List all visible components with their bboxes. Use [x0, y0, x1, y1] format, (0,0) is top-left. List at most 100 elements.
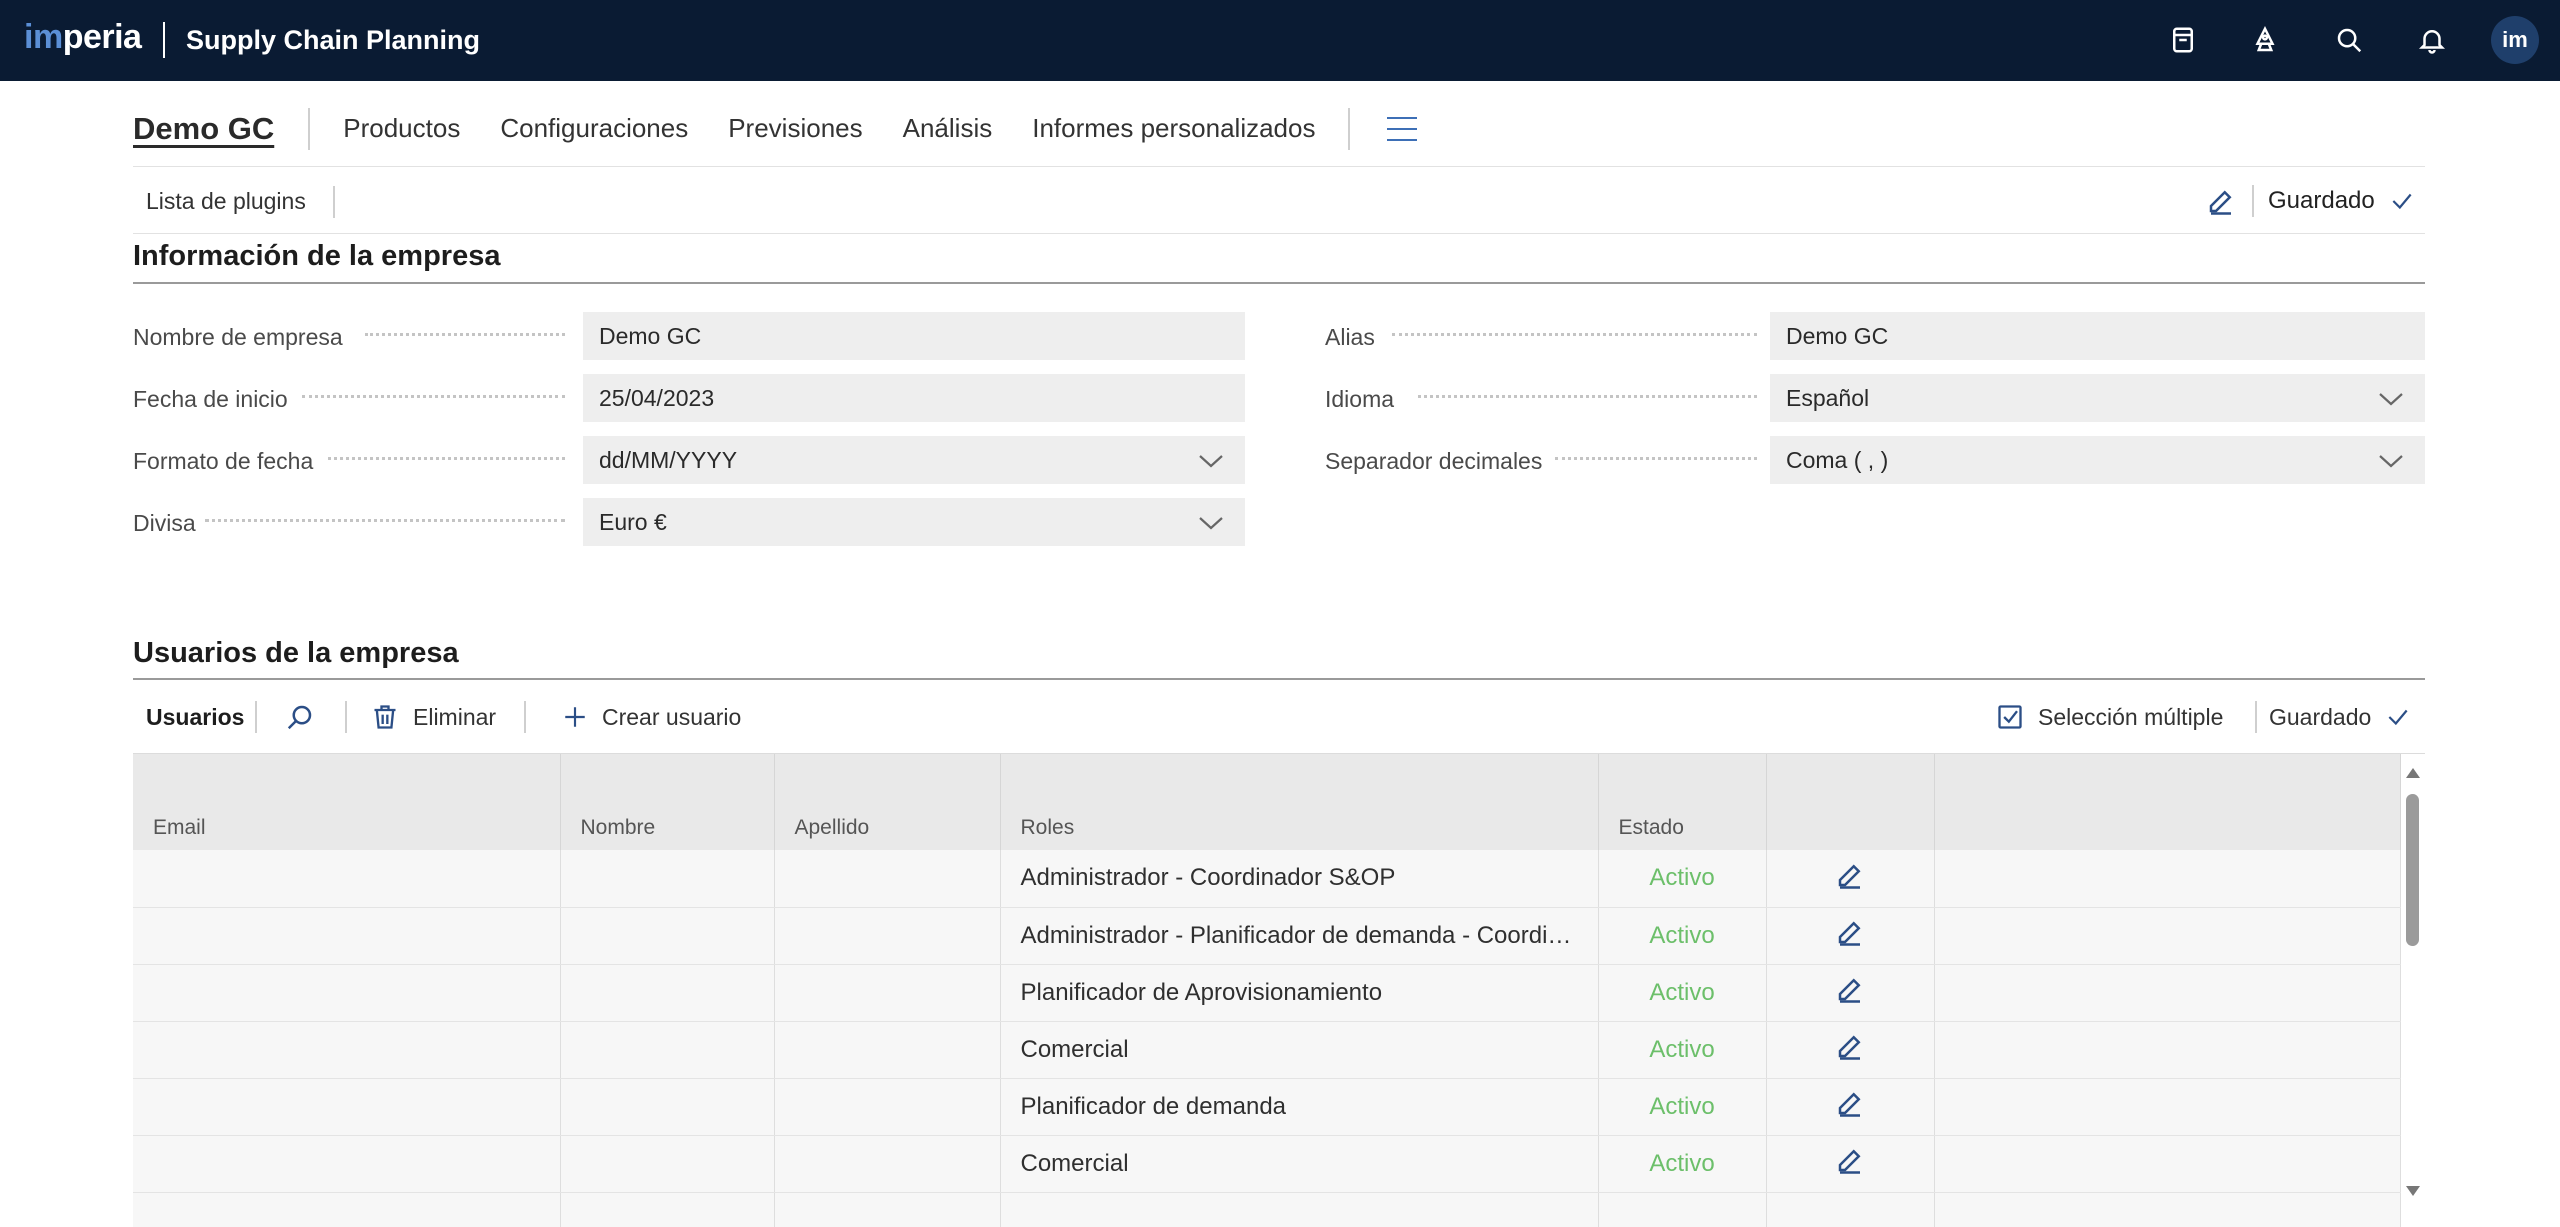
toolbar-divider [524, 701, 526, 733]
table-row[interactable]: Comercial Activo [133, 1021, 2401, 1079]
tab-usuarios[interactable]: Usuarios [146, 699, 244, 735]
date-format-select[interactable]: dd/MM/YYYY [583, 436, 1245, 484]
search-icon[interactable] [2329, 20, 2369, 60]
cell-filler [1934, 850, 2401, 908]
dotted-leader [328, 457, 565, 460]
table-row[interactable]: Comercial Activo [133, 1135, 2401, 1193]
cell-edit [1766, 1078, 1935, 1136]
company-name-field[interactable] [583, 312, 1245, 360]
table-row[interactable] [133, 1192, 2401, 1227]
table-row[interactable]: Planificador de Aprovisionamiento Activo [133, 964, 2401, 1022]
cell-roles: Comercial [1000, 1135, 1599, 1193]
nav-productos[interactable]: Productos [343, 113, 460, 144]
users-section-rule [133, 678, 2425, 680]
cell-apellido [774, 1192, 1001, 1227]
edit-user-icon[interactable] [1835, 860, 1865, 890]
multi-select-button[interactable]: Selección múltiple [1996, 699, 2223, 735]
cell-filler [1934, 907, 2401, 965]
cell-apellido [774, 1135, 1001, 1193]
search-button[interactable] [285, 699, 315, 735]
cell-roles [1000, 1192, 1599, 1227]
cell-apellido [774, 1078, 1001, 1136]
chevron-down-icon [1197, 450, 1225, 470]
scroll-thumb[interactable] [2406, 794, 2419, 946]
table-row[interactable]: Planificador de demanda Activo [133, 1078, 2401, 1136]
document-icon[interactable] [2163, 20, 2203, 60]
edit-icon[interactable] [2206, 186, 2236, 216]
column-header-roles[interactable]: Roles [1000, 754, 1599, 850]
nav-informes[interactable]: Informes personalizados [1032, 113, 1315, 144]
table-row[interactable]: Administrador - Planificador de demanda … [133, 907, 2401, 965]
nav-configuraciones[interactable]: Configuraciones [500, 113, 688, 144]
start-date-input[interactable] [599, 384, 1229, 412]
currency-select[interactable]: Euro € [583, 498, 1245, 546]
alias-input[interactable] [1786, 322, 2409, 350]
column-header-email[interactable]: Email [133, 754, 561, 850]
scroll-up-arrow[interactable] [2406, 768, 2420, 778]
edit-user-icon[interactable] [1835, 917, 1865, 947]
toolbar-divider [2255, 701, 2257, 733]
cell-apellido [774, 964, 1001, 1022]
decimal-separator-value: Coma ( , ) [1786, 446, 1889, 473]
search-icon [285, 702, 315, 732]
edit-user-icon[interactable] [1835, 1088, 1865, 1118]
checkbox-icon [1996, 703, 2024, 731]
cell-roles: Planificador de Aprovisionamiento [1000, 964, 1599, 1022]
cell-email [133, 907, 561, 965]
table-row[interactable]: Administrador - Coordinador S&OP Activo [133, 850, 2401, 908]
scroll-down-arrow[interactable] [2406, 1186, 2420, 1196]
delete-button[interactable]: Eliminar [371, 699, 496, 735]
edit-user-icon[interactable] [1835, 1031, 1865, 1061]
table-scrollbar[interactable] [2402, 754, 2425, 1227]
saved-label: Guardado [2269, 703, 2372, 730]
nav-analisis[interactable]: Análisis [903, 113, 993, 144]
dotted-leader [205, 519, 565, 522]
decimal-separator-label: Separador decimales [1325, 448, 1543, 474]
cell-edit [1766, 850, 1935, 908]
table-header-row: Email Nombre Apellido Roles Estado [133, 754, 2401, 850]
users-table: Email Nombre Apellido Roles Estado Admin… [133, 753, 2425, 1227]
edit-user-icon[interactable] [1835, 974, 1865, 1004]
logo-suffix: peria [62, 18, 142, 56]
column-header-estado[interactable]: Estado [1598, 754, 1767, 850]
column-header-nombre[interactable]: Nombre [560, 754, 775, 850]
company-link[interactable]: Demo GC [133, 111, 274, 147]
alias-field[interactable] [1770, 312, 2425, 360]
currency-value: Euro € [599, 508, 667, 535]
plugin-list-link[interactable]: Lista de plugins [146, 188, 306, 215]
chevron-down-icon [2377, 388, 2405, 408]
plugin-divider [333, 186, 335, 218]
menu-icon[interactable] [1387, 116, 1418, 141]
rocket-icon[interactable] [2245, 20, 2285, 60]
start-date-field[interactable] [583, 374, 1245, 422]
user-avatar[interactable]: im [2491, 16, 2539, 64]
cell-nombre [560, 1021, 775, 1079]
bell-icon[interactable] [2412, 20, 2452, 60]
cell-email [133, 1021, 561, 1079]
toolbar-divider [255, 701, 257, 733]
company-info-title: Información de la empresa [133, 240, 501, 272]
nav-previsiones[interactable]: Previsiones [728, 113, 862, 144]
dotted-leader [1392, 333, 1757, 336]
edit-user-icon[interactable] [1835, 1145, 1865, 1175]
language-select[interactable]: Español [1770, 374, 2425, 422]
cell-nombre [560, 964, 775, 1022]
company-name-input[interactable] [599, 322, 1229, 350]
nav-divider [308, 107, 311, 150]
save-status-users: Guardado [2269, 699, 2411, 735]
create-user-button[interactable]: Crear usuario [562, 699, 741, 735]
users-grid: Email Nombre Apellido Roles Estado Admin… [133, 754, 2401, 1227]
imperia-logo[interactable]: im peria [24, 18, 142, 58]
save-divider [2252, 185, 2254, 217]
delete-label: Eliminar [413, 703, 497, 730]
cell-filler [1934, 1135, 2401, 1193]
logo-prefix: im [24, 18, 63, 56]
decimal-separator-select[interactable]: Coma ( , ) [1770, 436, 2425, 484]
cell-filler [1934, 1078, 2401, 1136]
company-name-label: Nombre de empresa [133, 324, 343, 350]
cell-edit [1766, 964, 1935, 1022]
alias-label: Alias [1325, 324, 1375, 350]
multi-select-label: Selección múltiple [2038, 703, 2224, 730]
column-header-filler [1934, 754, 2401, 850]
column-header-apellido[interactable]: Apellido [774, 754, 1001, 850]
